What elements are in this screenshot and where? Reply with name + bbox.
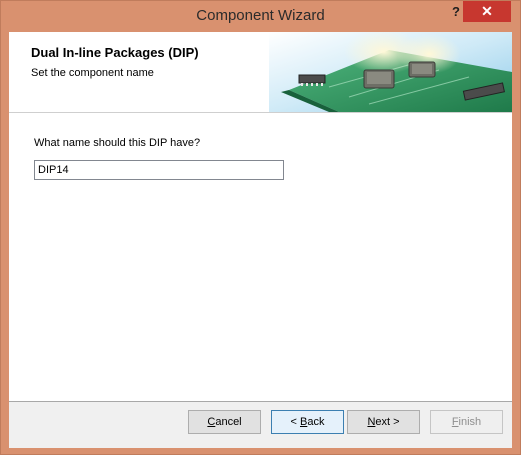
finish-button[interactable]: Finish xyxy=(430,410,503,434)
wizard-header: Dual In-line Packages (DIP) Set the comp… xyxy=(9,32,512,113)
component-name-label: What name should this DIP have? xyxy=(34,137,201,149)
pcb-banner-icon xyxy=(269,32,512,112)
component-wizard-window: Component Wizard ? ✕ Dual In-line Packag… xyxy=(0,0,521,455)
component-name-input[interactable] xyxy=(34,160,284,180)
page-subtitle: Set the component name xyxy=(31,67,154,79)
close-icon: ✕ xyxy=(481,3,493,19)
cancel-button[interactable]: Cancel xyxy=(188,410,261,434)
wizard-body: Dual In-line Packages (DIP) Set the comp… xyxy=(9,32,512,448)
page-title: Dual In-line Packages (DIP) xyxy=(31,45,199,60)
close-button[interactable]: ✕ xyxy=(463,1,511,22)
title-bar[interactable]: Component Wizard ? ✕ xyxy=(1,1,520,31)
wizard-content: What name should this DIP have? xyxy=(9,113,512,402)
back-button[interactable]: < Back xyxy=(271,410,344,434)
next-button[interactable]: Next > xyxy=(347,410,420,434)
